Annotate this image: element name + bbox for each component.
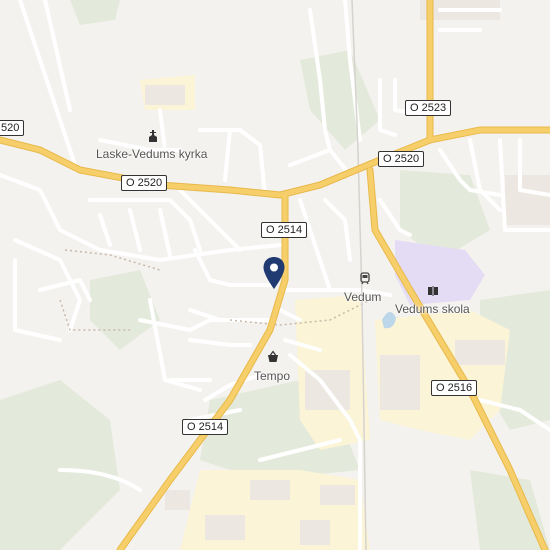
road-shield-o2520-east: O 2520 xyxy=(378,151,425,167)
shopping-basket-icon[interactable] xyxy=(266,350,280,364)
church-label[interactable]: Laske-Vedums kyrka xyxy=(96,147,207,161)
road-shield-o2520-west: O 2520 xyxy=(121,175,168,191)
school-icon[interactable] xyxy=(426,284,440,298)
train-icon[interactable] xyxy=(358,272,372,286)
road-shield-o2514-north: O 2514 xyxy=(261,222,308,238)
location-pin-icon[interactable] xyxy=(262,256,286,295)
road-shield-o2516: O 2516 xyxy=(431,380,478,396)
map-view[interactable]: 520 O 2520 O 2520 O 2523 O 2514 O 2514 O… xyxy=(0,0,550,550)
school-label[interactable]: Vedums skola xyxy=(395,302,470,316)
road-shield-o2523: O 2523 xyxy=(405,100,452,116)
road-shield-o2514-south: O 2514 xyxy=(182,419,229,435)
shop-label[interactable]: Tempo xyxy=(254,369,290,383)
road-shield-o2520-edge: 520 xyxy=(0,120,25,136)
church-icon[interactable] xyxy=(146,129,160,143)
station-label[interactable]: Vedum xyxy=(344,290,381,304)
school-area xyxy=(395,240,485,305)
